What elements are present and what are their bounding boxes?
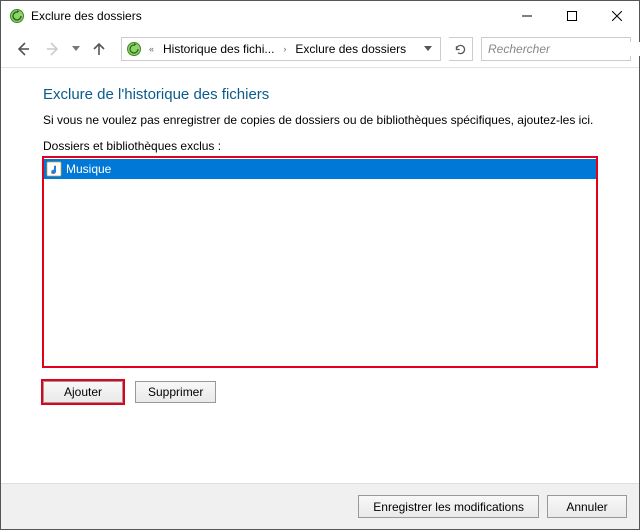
add-button[interactable]: Ajouter (43, 381, 123, 403)
remove-button[interactable]: Supprimer (135, 381, 216, 403)
navbar: « Historique des fichi... › Exclure des … (1, 31, 639, 67)
window-title: Exclure des dossiers (31, 9, 504, 23)
nav-recent-dropdown[interactable] (69, 35, 83, 63)
breadcrumb-item-1[interactable]: Historique des fichi... (161, 42, 276, 56)
search-box[interactable] (481, 37, 631, 61)
refresh-button[interactable] (449, 37, 473, 61)
app-icon (9, 8, 25, 24)
close-button[interactable] (594, 1, 639, 31)
cancel-button[interactable]: Annuler (547, 495, 627, 518)
list-buttons: Ajouter Supprimer (43, 381, 597, 403)
breadcrumb-root-sep[interactable]: « (146, 44, 157, 54)
excluded-listbox[interactable]: Musique (43, 157, 597, 367)
minimize-button[interactable] (504, 1, 549, 31)
breadcrumb-item-2[interactable]: Exclure des dossiers (293, 42, 408, 56)
content-area: Exclure de l'historique des fichiers Si … (1, 68, 639, 483)
nav-back-button[interactable] (9, 35, 37, 63)
address-bar[interactable]: « Historique des fichi... › Exclure des … (121, 37, 441, 61)
music-library-icon (46, 161, 62, 177)
page-description: Si vous ne voulez pas enregistrer de cop… (43, 113, 597, 127)
footer: Enregistrer les modifications Annuler (1, 483, 639, 529)
save-button[interactable]: Enregistrer les modifications (358, 495, 539, 518)
breadcrumb-sep-icon[interactable]: › (280, 44, 289, 54)
list-item-label: Musique (66, 162, 111, 176)
app-icon (126, 41, 142, 57)
nav-forward-button[interactable] (39, 35, 67, 63)
page-heading: Exclure de l'historique des fichiers (43, 86, 597, 103)
nav-up-button[interactable] (85, 35, 113, 63)
maximize-button[interactable] (549, 1, 594, 31)
window: Exclure des dossiers (0, 0, 640, 530)
titlebar: Exclure des dossiers (1, 1, 639, 31)
list-item[interactable]: Musique (44, 159, 596, 179)
list-label: Dossiers et bibliothèques exclus : (43, 139, 597, 153)
address-dropdown-icon[interactable] (420, 46, 436, 52)
search-input[interactable] (482, 42, 640, 56)
